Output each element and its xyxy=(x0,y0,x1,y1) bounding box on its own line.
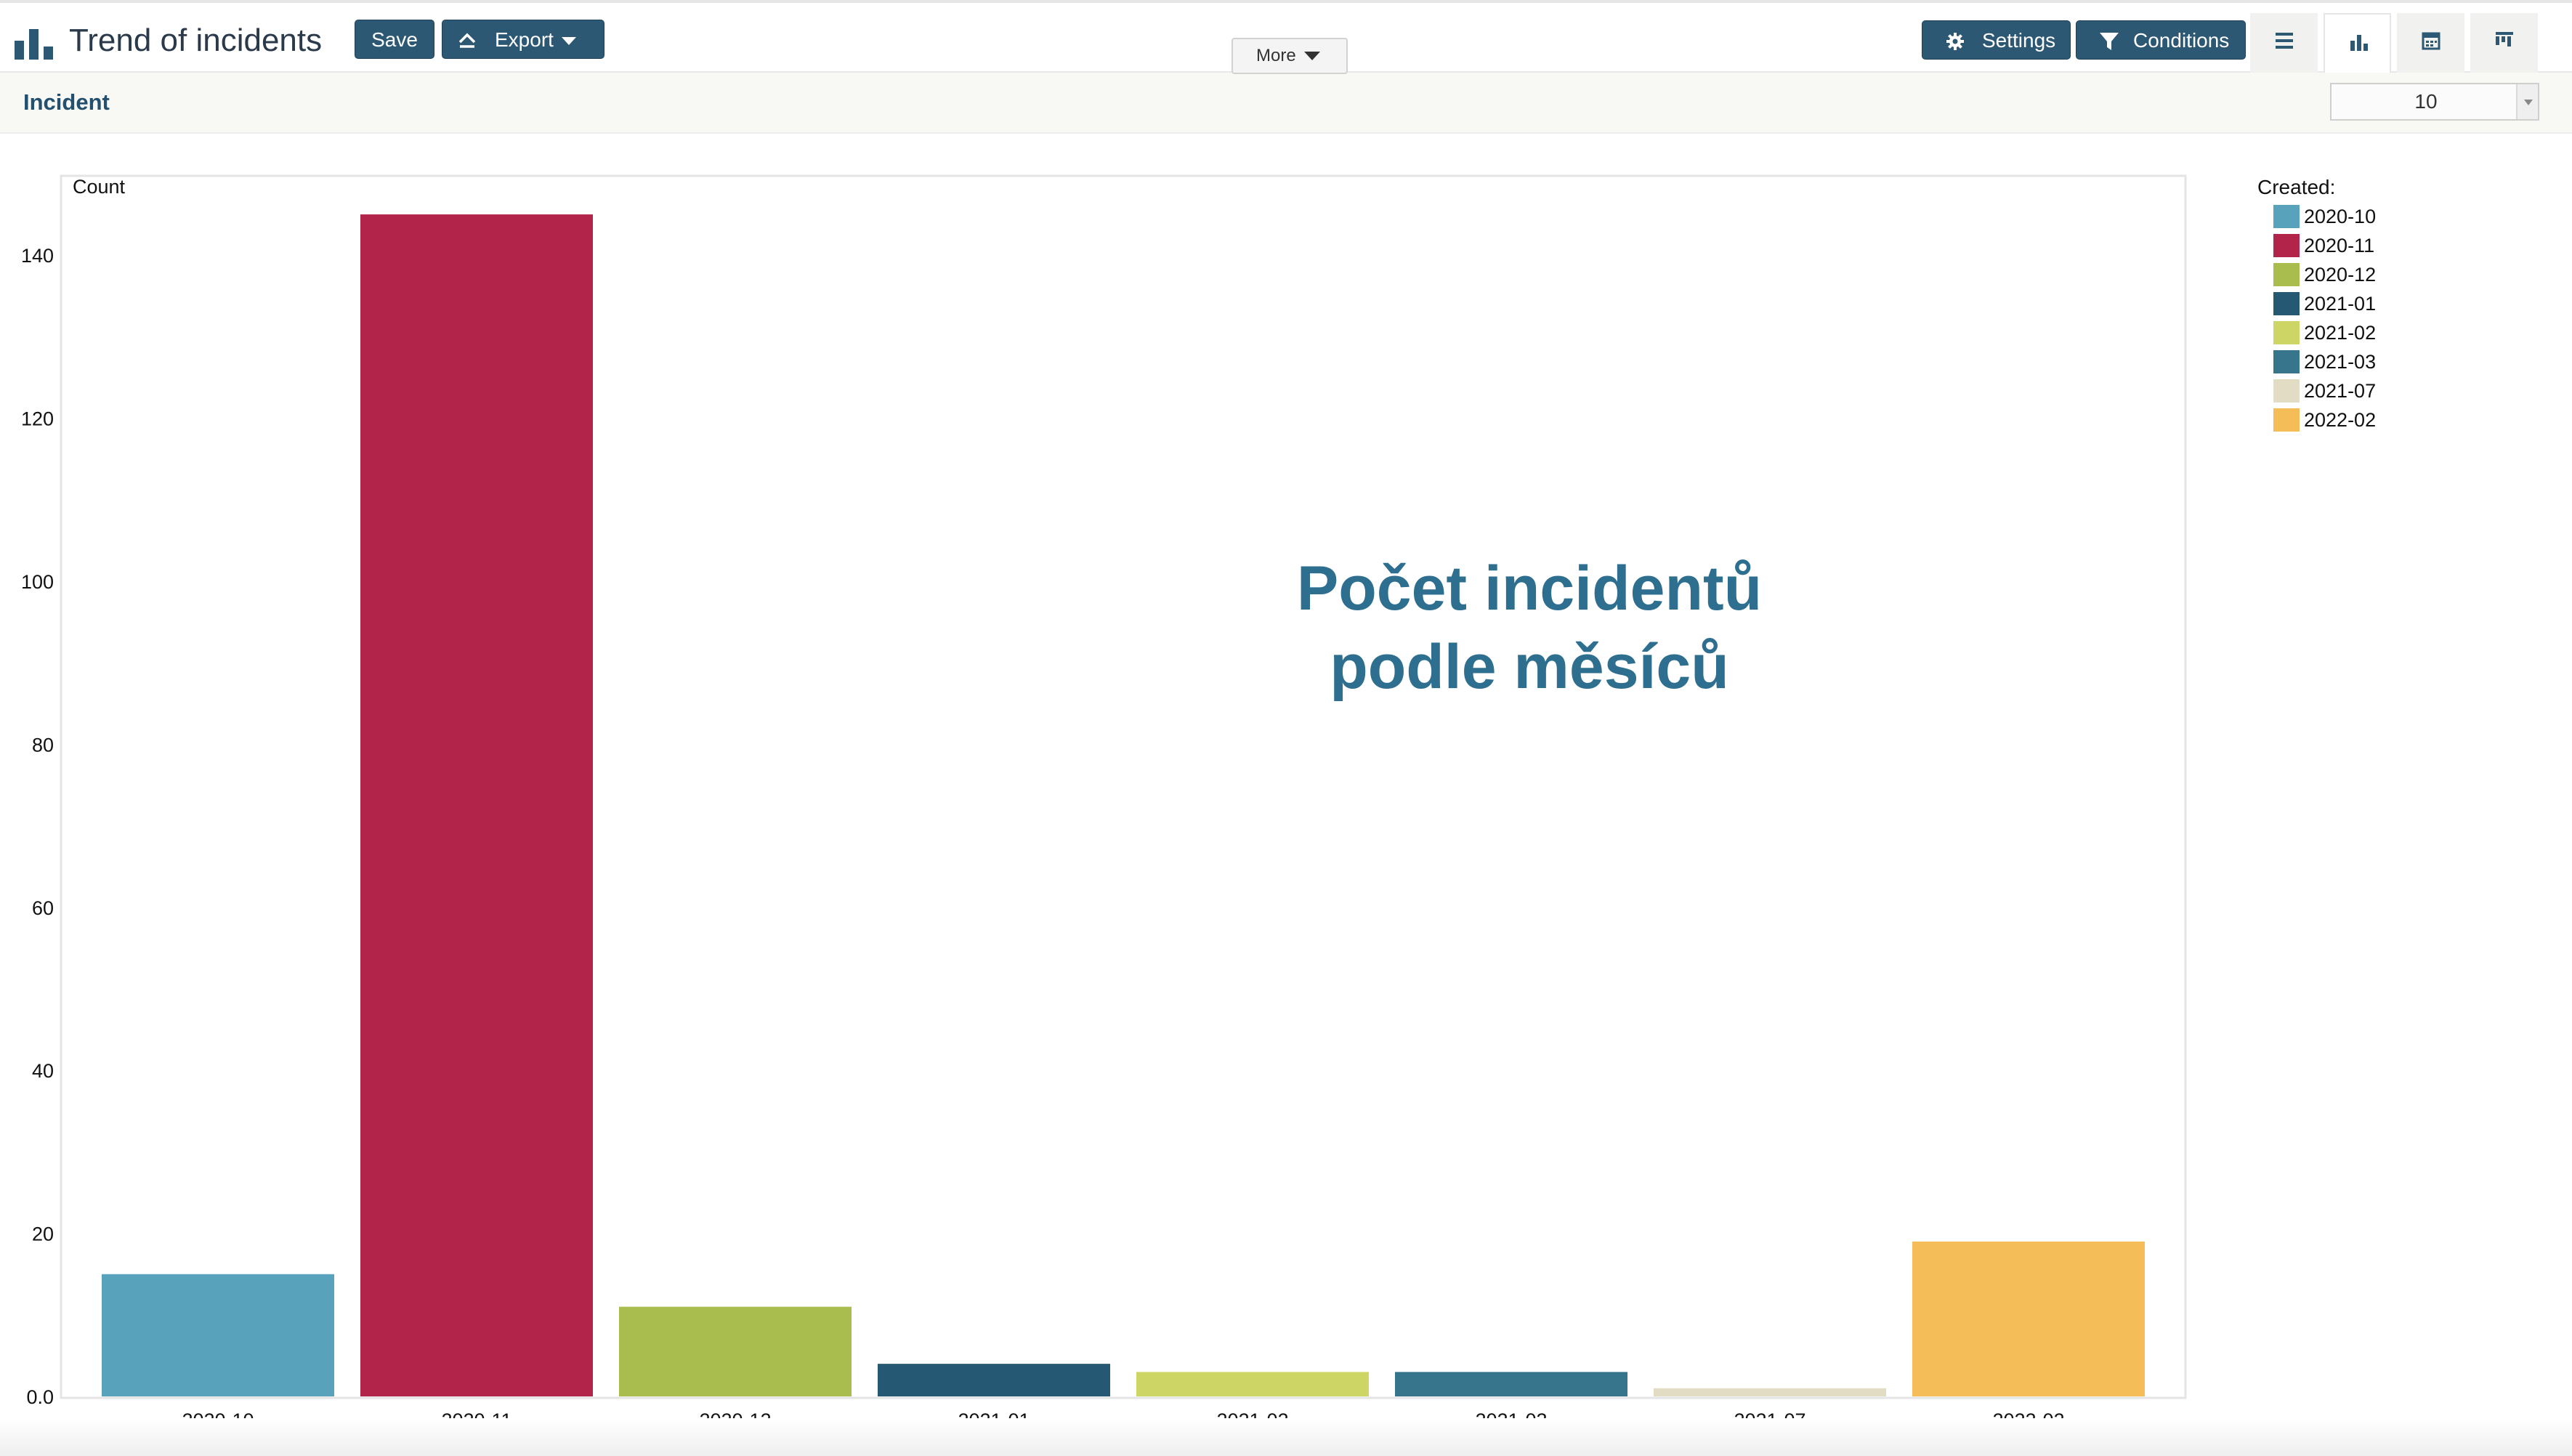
y-tick-label: 40 xyxy=(32,1060,54,1082)
legend-label: 2022-02 xyxy=(2304,409,2377,431)
chevron-down-icon xyxy=(2516,84,2538,119)
tab-chart-view[interactable] xyxy=(2324,13,2391,76)
gear-icon xyxy=(1946,33,1964,50)
legend-title: Created: xyxy=(2257,176,2336,198)
legend-item[interactable]: 2020-10 xyxy=(2257,202,2376,231)
bar-chart: Count 0.020406080100120140 2020-102020-1… xyxy=(21,174,2187,1431)
bar-2020-12[interactable] xyxy=(619,1306,852,1396)
overlay-caption-line2: podle měsíců xyxy=(1330,632,1729,702)
export-icon xyxy=(458,33,476,48)
legend-item[interactable]: 2022-02 xyxy=(2257,405,2376,434)
legend-swatch xyxy=(2273,379,2300,403)
more-button[interactable]: More xyxy=(1232,38,1348,74)
y-axis-label: Count xyxy=(73,176,126,198)
legend-item[interactable]: 2021-01 xyxy=(2257,289,2376,318)
legend-swatch xyxy=(2273,350,2300,373)
tab-calendar-view[interactable] xyxy=(2397,13,2464,76)
overlay-caption: Počet incidentů podle měsíců xyxy=(1199,549,1860,706)
legend-label: 2021-07 xyxy=(2304,380,2377,402)
filter-icon xyxy=(2100,33,2119,50)
y-tick-label: 140 xyxy=(21,245,54,267)
save-button[interactable]: Save xyxy=(355,20,434,59)
legend-label: 2020-11 xyxy=(2304,235,2375,256)
settings-label: Settings xyxy=(1982,29,2056,52)
export-label: Export xyxy=(495,28,554,51)
legend-swatch xyxy=(2273,321,2300,344)
page-title: Trend of incidents xyxy=(69,23,323,58)
legend-item[interactable]: 2021-02 xyxy=(2257,318,2376,347)
bar-2021-03[interactable] xyxy=(1395,1372,1627,1396)
legend-label: 2021-01 xyxy=(2304,293,2377,315)
legend-swatch xyxy=(2273,408,2300,432)
settings-button[interactable]: Settings xyxy=(1922,20,2071,60)
chevron-down-icon xyxy=(1304,52,1320,60)
legend-swatch xyxy=(2273,263,2300,286)
tab-kanban-view[interactable] xyxy=(2470,13,2538,76)
bar-2022-02[interactable] xyxy=(1912,1241,2145,1396)
entity-label[interactable]: Incident xyxy=(23,87,110,118)
legend-label: 2021-02 xyxy=(2304,322,2377,344)
more-label: More xyxy=(1256,46,1296,65)
overlay-caption-line1: Počet incidentů xyxy=(1296,554,1763,623)
bar-2021-02[interactable] xyxy=(1136,1372,1369,1396)
legend-swatch xyxy=(2273,292,2300,315)
legend-label: 2020-12 xyxy=(2304,264,2377,286)
kanban-icon xyxy=(2496,32,2513,46)
y-tick-label: 0.0 xyxy=(26,1386,54,1408)
y-tick-label: 20 xyxy=(32,1224,54,1245)
conditions-button[interactable]: Conditions xyxy=(2076,20,2246,60)
y-tick-label: 80 xyxy=(32,734,54,756)
legend-swatch xyxy=(2273,234,2300,257)
calendar-icon xyxy=(2422,32,2440,50)
legend-item[interactable]: 2020-12 xyxy=(2257,260,2376,289)
y-axis: 0.0 20 40 60 80 100 120 140 xyxy=(21,245,54,1408)
legend-swatch xyxy=(2273,205,2300,228)
bar-2021-07[interactable] xyxy=(1654,1388,1886,1396)
legend-label: 2021-03 xyxy=(2304,351,2377,373)
legend-item[interactable]: 2021-03 xyxy=(2257,347,2376,376)
bar-2020-10[interactable] xyxy=(102,1274,334,1396)
bottom-edge xyxy=(0,1418,2572,1456)
export-button[interactable]: Export xyxy=(442,20,604,59)
y-tick-label: 120 xyxy=(21,408,54,430)
legend-item[interactable]: 2020-11 xyxy=(2257,231,2376,260)
bar-chart-icon xyxy=(15,29,53,60)
limit-value: 10 xyxy=(2414,90,2438,113)
legend: Created: 2020-10 2020-11 2020-12 2021-01 202… xyxy=(2257,174,2376,434)
filter-bar: Incident xyxy=(0,73,2572,134)
bar-2020-11[interactable] xyxy=(360,214,593,1397)
bar-chart-icon xyxy=(2350,35,2368,51)
y-tick-label: 60 xyxy=(32,897,54,919)
list-icon xyxy=(2276,33,2293,49)
y-tick-label: 100 xyxy=(21,571,54,593)
legend-item[interactable]: 2021-07 xyxy=(2257,376,2376,405)
legend-label: 2020-10 xyxy=(2304,206,2377,227)
legend-items: 2020-10 2020-11 2020-12 2021-01 2021-02 2021-… xyxy=(2257,202,2376,434)
bar-2021-01[interactable] xyxy=(878,1364,1110,1396)
conditions-label: Conditions xyxy=(2133,29,2230,52)
limit-select[interactable]: 10 xyxy=(2330,83,2539,121)
tab-list-view[interactable] xyxy=(2250,13,2318,76)
chevron-down-icon xyxy=(562,37,576,45)
